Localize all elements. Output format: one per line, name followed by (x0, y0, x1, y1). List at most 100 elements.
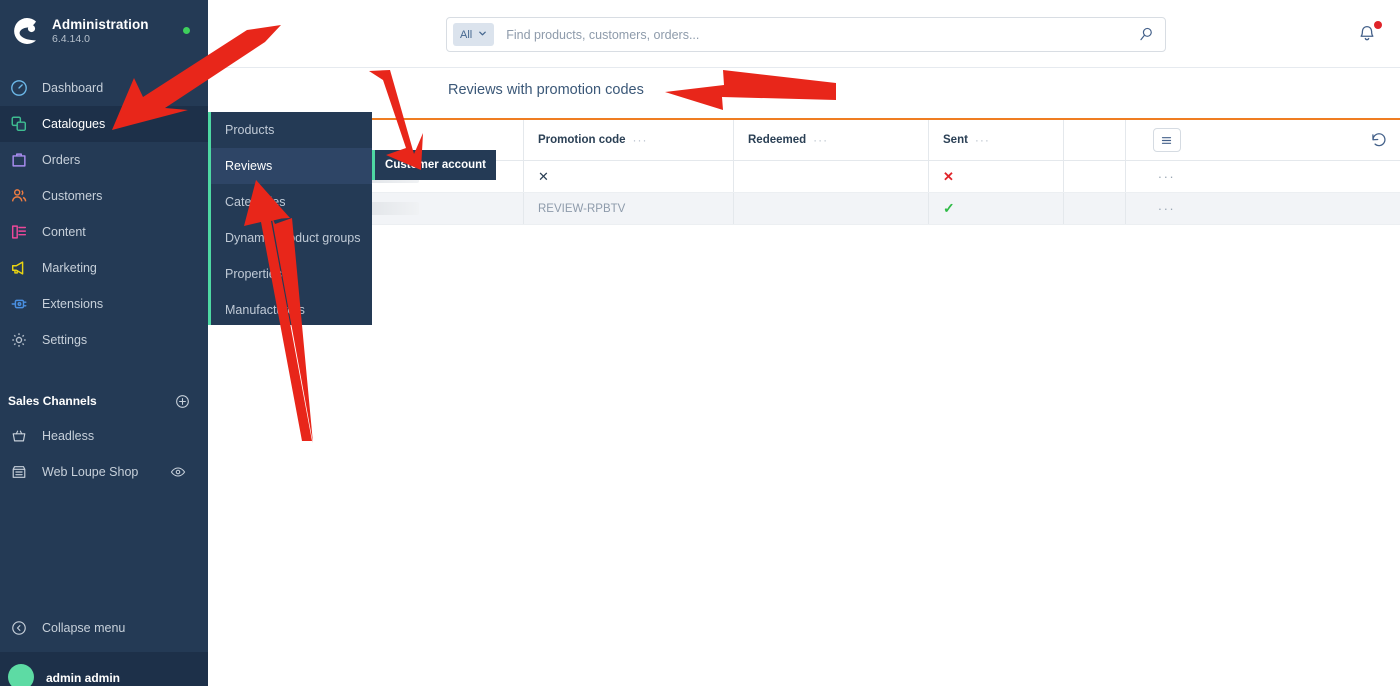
search-scope-dropdown[interactable]: All (453, 23, 495, 46)
cell-promotion-code: REVIEW-RPBTV (523, 193, 733, 224)
cell-spacer (1063, 161, 1125, 192)
headless-basket-icon (8, 425, 30, 447)
sidebar-item-label: Customers (42, 189, 103, 203)
sidebar-item-catalogues[interactable]: Catalogues (0, 106, 208, 142)
sidebar-item-label: Extensions (42, 297, 104, 311)
row-actions-dots[interactable]: ··· (1158, 169, 1176, 184)
submenu-item-label: Properties (225, 267, 282, 281)
sidebar-item-label: Marketing (42, 261, 97, 275)
orders-icon (8, 149, 30, 171)
column-menu-dots[interactable]: ··· (975, 133, 990, 147)
avatar (8, 664, 34, 686)
chevron-down-icon (478, 29, 487, 41)
sidebar-item-label: Web Loupe Shop (42, 465, 139, 479)
column-menu-dots[interactable]: ··· (813, 133, 828, 147)
promotion-code-value: ✕ (538, 168, 549, 184)
global-search[interactable]: All (446, 17, 1166, 52)
cell-sent: ✓ (928, 193, 1063, 224)
storefront-icon (8, 461, 30, 483)
column-header-promotion-code[interactable]: Promotion code ··· (523, 120, 733, 160)
sidebar-item-settings[interactable]: Settings (0, 322, 208, 358)
submenu-item-properties[interactable]: Properties (211, 256, 372, 292)
submenu-item-categories[interactable]: Categories (211, 184, 372, 220)
sidebar-item-label: Settings (42, 333, 88, 347)
notification-unread-dot (1374, 21, 1382, 29)
sidebar-item-headless[interactable]: Headless (0, 418, 208, 454)
cell-spacer (1063, 193, 1125, 224)
user-name: admin admin (46, 671, 121, 685)
online-status-dot (183, 27, 190, 34)
sidebar-item-label: Dashboard (42, 81, 104, 95)
row-actions-dots[interactable]: ··· (1158, 201, 1176, 216)
sent-status-badge: ✓ (943, 200, 955, 216)
cell-sent: ✕ (928, 161, 1063, 192)
sidebar-item-label: Headless (42, 429, 95, 443)
column-header-sent[interactable]: Sent ··· (928, 120, 1063, 160)
tooltip-text: Customer account (385, 159, 486, 171)
eye-icon[interactable] (170, 464, 186, 480)
submenu-item-label: Dynamic product groups (225, 231, 361, 245)
column-label: Redeemed (748, 134, 807, 146)
shopware-logo-icon (8, 14, 42, 48)
customer-account-tooltip: Customer account (372, 150, 496, 180)
catalogues-icon (8, 113, 30, 135)
submenu-item-products[interactable]: Products (211, 112, 372, 148)
plus-circle-icon[interactable] (175, 394, 190, 409)
sales-channels-title: Sales Channels (8, 394, 97, 408)
customers-icon (8, 185, 30, 207)
list-settings-icon[interactable] (1152, 128, 1181, 152)
submenu-item-dynamic-product-groups[interactable]: Dynamic product groups (211, 220, 372, 256)
user-account-row[interactable]: admin admin (0, 652, 208, 686)
extensions-icon (8, 293, 30, 315)
search-icon[interactable] (1138, 26, 1155, 43)
dashboard-icon (8, 77, 30, 99)
top-bar: All (208, 0, 1400, 68)
cell-actions[interactable]: ··· (1125, 193, 1207, 224)
sidebar-item-customers[interactable]: Customers (0, 178, 208, 214)
column-header-spacer (1063, 120, 1125, 160)
search-input[interactable] (506, 27, 1138, 42)
sidebar-item-content[interactable]: Content (0, 214, 208, 250)
table-row[interactable]: CM REVIEW-RPBTV ✓ ··· (208, 193, 1400, 225)
sidebar-item-label: Orders (42, 153, 81, 167)
chevron-left-circle-icon (8, 617, 30, 639)
cell-redeemed (733, 161, 928, 192)
cell-promotion-code: ✕ (523, 161, 733, 192)
sidebar: Administration 6.4.14.0 Dashboard Catalo… (0, 0, 208, 686)
submenu-item-label: Categories (225, 195, 286, 209)
submenu-item-manufacturers[interactable]: Manufacturers (211, 292, 372, 328)
column-header-redeemed[interactable]: Redeemed ··· (733, 120, 928, 160)
submenu-item-label: Reviews (225, 159, 273, 173)
sent-status-badge: ✕ (943, 168, 954, 184)
brand-title: Administration (52, 16, 149, 32)
content-icon (8, 221, 30, 243)
submenu-item-label: Products (225, 123, 275, 137)
sidebar-item-extensions[interactable]: Extensions (0, 286, 208, 322)
column-label: Sent (943, 134, 968, 146)
catalogues-submenu-flyout: Products Reviews Categories Dynamic prod… (208, 112, 372, 325)
collapse-menu-label: Collapse menu (42, 621, 126, 635)
sidebar-item-web-loupe-shop[interactable]: Web Loupe Shop (0, 454, 208, 490)
brand-header[interactable]: Administration 6.4.14.0 (0, 0, 208, 62)
refresh-icon[interactable] (1369, 130, 1391, 152)
admin-app-window: Administration 6.4.14.0 Dashboard Catalo… (0, 0, 1400, 686)
sidebar-item-label: Content (42, 225, 86, 239)
collapse-menu-button[interactable]: Collapse menu (0, 610, 208, 646)
column-label: Promotion code (538, 134, 626, 146)
submenu-item-reviews[interactable]: Reviews (211, 148, 372, 184)
sidebar-item-label: Catalogues (42, 117, 106, 131)
search-scope-label: All (460, 28, 473, 41)
main-navigation: Dashboard Catalogues Orders Customers Co… (0, 70, 208, 358)
sidebar-item-dashboard[interactable]: Dashboard (0, 70, 208, 106)
cell-actions[interactable]: ··· (1125, 161, 1207, 192)
settings-gear-icon (8, 329, 30, 351)
cell-redeemed (733, 193, 928, 224)
submenu-item-label: Manufacturers (225, 303, 305, 317)
brand-version: 6.4.14.0 (52, 33, 90, 46)
marketing-icon (8, 257, 30, 279)
page-title: Reviews with promotion codes (448, 82, 644, 98)
column-menu-dots[interactable]: ··· (633, 133, 648, 147)
sidebar-item-marketing[interactable]: Marketing (0, 250, 208, 286)
sidebar-item-orders[interactable]: Orders (0, 142, 208, 178)
